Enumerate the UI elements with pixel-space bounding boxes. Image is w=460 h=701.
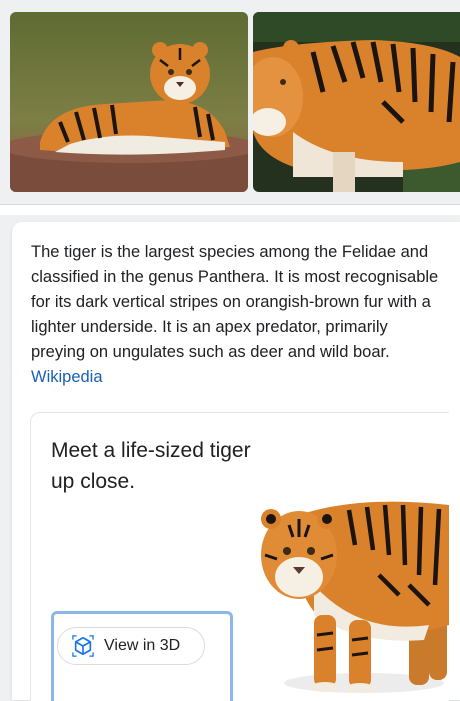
tiger-standing-image	[253, 12, 460, 192]
tiger-photo-2[interactable]	[253, 12, 460, 192]
tiger-lying-image	[10, 12, 248, 192]
ar-promo-card[interactable]: Meet a life-sized tiger up close. View i…	[30, 412, 449, 701]
description-text: The tiger is the largest species among t…	[31, 240, 441, 390]
tiger-photo-1[interactable]	[10, 12, 248, 192]
knowledge-panel-card: The tiger is the largest species among t…	[12, 222, 460, 701]
tiger-3d-model-image	[259, 475, 449, 701]
view-in-3d-button[interactable]: View in 3D	[57, 627, 205, 665]
wikipedia-link[interactable]: Wikipedia	[31, 368, 103, 386]
view-in-3d-label: View in 3D	[104, 637, 181, 654]
ar-card-title: Meet a life-sized tiger up close.	[51, 439, 251, 493]
section-divider	[0, 204, 460, 215]
description-body: The tiger is the largest species among t…	[31, 243, 439, 361]
cube-3d-icon	[72, 635, 94, 657]
